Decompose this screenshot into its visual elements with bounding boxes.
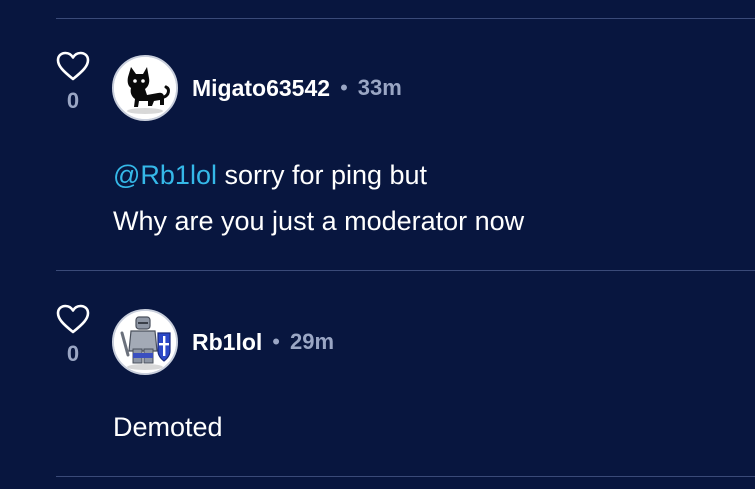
username[interactable]: Rb1lol <box>192 329 262 356</box>
avatar[interactable] <box>112 309 178 375</box>
comment-meta: Migato63542 • 33m <box>192 74 402 102</box>
comment-text-line-2: Why are you just a moderator now <box>113 206 525 236</box>
divider-top <box>56 18 755 19</box>
comments-thread: 0 Migato63542 • 33m @Rb1lol sorry for pi… <box>0 0 755 489</box>
like-count: 0 <box>66 88 80 113</box>
comment-text: Demoted <box>113 412 223 442</box>
black-cat-avatar-icon <box>114 57 176 119</box>
avatar[interactable] <box>112 55 178 121</box>
comment-text: sorry for ping but <box>216 160 428 190</box>
heart-icon[interactable] <box>55 303 91 335</box>
comment-meta: Rb1lol • 29m <box>192 328 334 356</box>
like-control: 0 <box>55 303 91 365</box>
divider-bottom <box>56 476 755 477</box>
like-control: 0 <box>55 50 91 112</box>
timestamp: 33m <box>357 75 402 100</box>
timestamp: 29m <box>289 329 335 354</box>
comment-text-line-1: @Rb1lol sorry for ping but <box>113 159 427 191</box>
heart-icon[interactable] <box>55 50 91 82</box>
divider-middle <box>56 270 755 271</box>
knight-avatar-icon <box>114 311 176 373</box>
like-count: 0 <box>66 341 80 366</box>
separator-dot: • <box>272 329 280 354</box>
mention-link[interactable]: @Rb1lol <box>113 160 217 190</box>
username[interactable]: Migato63542 <box>192 75 330 102</box>
separator-dot: • <box>340 75 348 100</box>
